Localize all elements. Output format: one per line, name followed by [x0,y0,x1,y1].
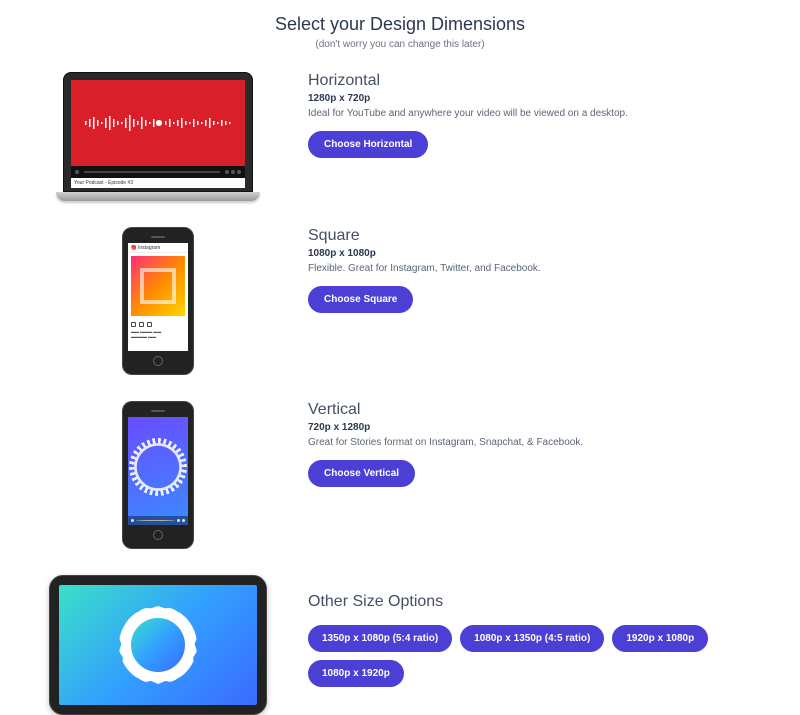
size-1080x1350-button[interactable]: 1080p x 1350p (4:5 ratio) [460,625,604,652]
preview-caption: Your Podcast - Episode #3 [71,178,245,188]
page-title: Select your Design Dimensions [18,14,782,35]
option-description: Ideal for YouTube and anywhere your vide… [308,108,782,119]
preview-laptop-icon: Your Podcast - Episode #3 [63,72,253,201]
option-title-horizontal: Horizontal [308,72,782,90]
choose-square-button[interactable]: Choose Square [308,286,413,313]
option-dimensions: 1080p x 1080p [308,248,782,259]
option-title-square: Square [308,227,782,245]
option-description: Flexible. Great for Instagram, Twitter, … [308,263,782,274]
option-dimensions: 720p x 1280p [308,422,782,433]
choose-horizontal-button[interactable]: Choose Horizontal [308,131,428,158]
size-1920x1080-button[interactable]: 1920p x 1080p [612,625,708,652]
other-size-title: Other Size Options [308,593,782,611]
preview-phone-vertical-icon [122,401,194,549]
preview-tablet-icon [49,575,267,715]
size-1350x1080-button[interactable]: 1350p x 1080p (5:4 ratio) [308,625,452,652]
option-dimensions: 1280p x 720p [308,93,782,104]
choose-vertical-button[interactable]: Choose Vertical [308,460,415,487]
preview-app-label: Instagram [138,245,160,251]
preview-phone-square-icon: Instagram ▬▬ ▬▬▬ ▬▬▬▬▬▬ ▬▬ [122,227,194,375]
option-description: Great for Stories format on Instagram, S… [308,437,782,448]
page-subtitle: (don't worry you can change this later) [18,39,782,50]
size-1080x1920-button[interactable]: 1080p x 1920p [308,660,404,687]
option-title-vertical: Vertical [308,401,782,419]
